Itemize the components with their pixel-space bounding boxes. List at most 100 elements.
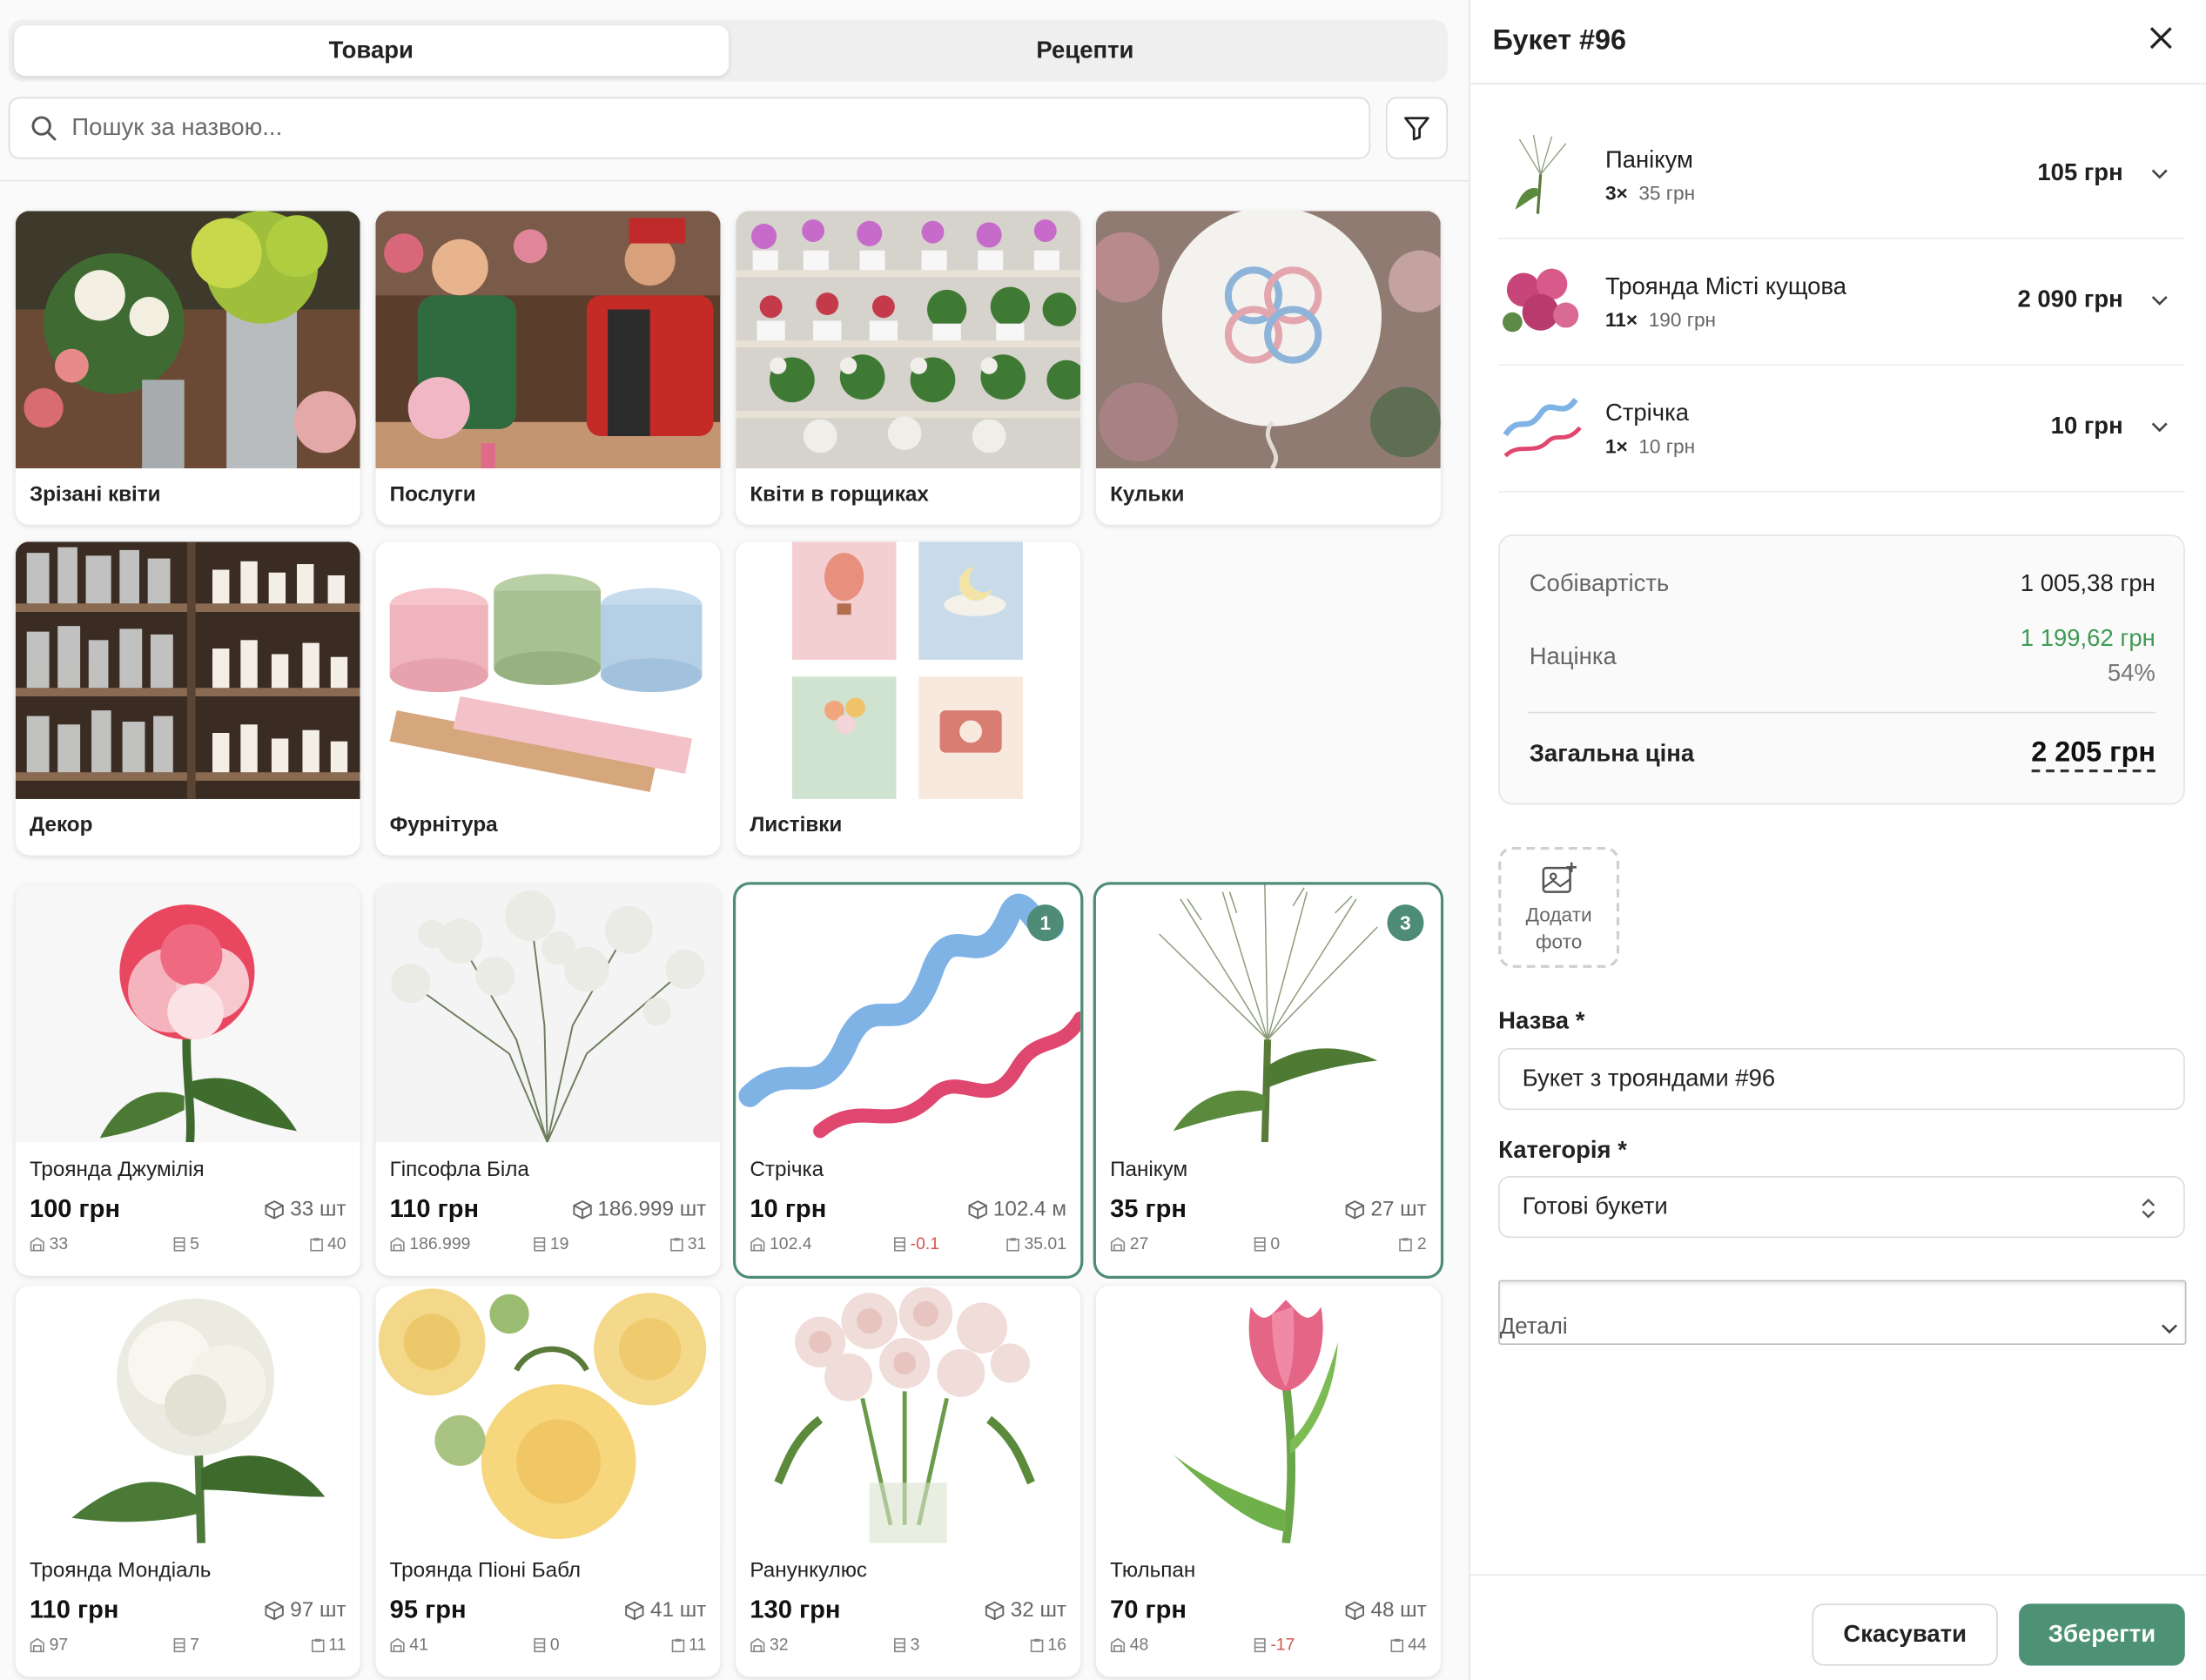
clipboard-icon <box>1389 1637 1403 1652</box>
line-name: Панікум <box>1604 146 1693 173</box>
search-input[interactable] <box>71 113 1369 143</box>
box-icon <box>1346 1600 1365 1620</box>
cancel-button[interactable]: Скасувати <box>1812 1603 1998 1666</box>
clipboard-icon <box>669 1237 683 1251</box>
potted-flowers-photo <box>736 211 1081 469</box>
warehouse-icon <box>1110 1236 1126 1251</box>
category-selected-value: Готові букети <box>1522 1193 1668 1220</box>
product-price: 110 грн <box>29 1595 119 1623</box>
product-card-tulip[interactable]: Тюльпан 70 грн 48 шт 48 -17 44 <box>1095 1286 1441 1677</box>
markup-label: Націнка <box>1529 642 1617 670</box>
product-stock: 97 шт <box>265 1598 346 1622</box>
peony-bubble-photo <box>375 1286 721 1543</box>
product-price: 100 грн <box>29 1194 121 1223</box>
reserved-icon <box>173 1236 185 1251</box>
divider <box>1528 711 2156 714</box>
product-card-rose-jumilia[interactable]: Троянда Джумілія 100 грн 33 шт 33 5 40 <box>15 884 360 1276</box>
quantity-badge: 1 <box>1026 904 1064 942</box>
product-card-ranunculus[interactable]: Ранункулюс 130 грн 32 шт 32 3 16 <box>736 1286 1081 1677</box>
quantity-badge: 3 <box>1387 904 1424 942</box>
add-photo-button[interactable]: Додати фото <box>1498 846 1620 968</box>
gypsophila-photo <box>375 884 721 1143</box>
balloon-photo <box>1095 211 1441 469</box>
stock-value: 33 шт <box>290 1197 346 1221</box>
ribbon-thumbnail <box>1498 386 1583 470</box>
box-icon <box>625 1600 644 1620</box>
category-card-postcards[interactable]: Листівки <box>736 541 1081 856</box>
meta-warehouse: 48 <box>1110 1635 1148 1655</box>
meta-warehouse: 186.999 <box>390 1233 470 1253</box>
box-icon <box>968 1200 987 1219</box>
tab-products[interactable]: Товари <box>14 25 729 77</box>
meta-orders: 40 <box>309 1233 346 1253</box>
composition-line[interactable]: Панікум 3× 35 грн 105 грн <box>1498 112 2185 239</box>
stock-value: 27 шт <box>1370 1197 1427 1221</box>
tulip-photo <box>1095 1286 1441 1543</box>
markup-percent: 54% <box>2107 659 2156 687</box>
meta-orders: 44 <box>1389 1635 1427 1655</box>
name-field[interactable] <box>1498 1047 2185 1111</box>
bouquet-editor-panel: Букет #96 Панікум 3× 35 грн 105 грн Троя… <box>1469 0 2206 1680</box>
warehouse-icon <box>390 1636 405 1652</box>
meta-warehouse: 41 <box>390 1635 428 1655</box>
clipboard-icon <box>309 1237 323 1251</box>
meta-orders: 2 <box>1399 1233 1427 1253</box>
product-card-ribbon[interactable]: 1 Стрічка 10 грн 102.4 м 102.4 -0.1 35.0… <box>736 884 1081 1276</box>
warehouse-icon <box>30 1236 44 1251</box>
category-card-potted[interactable]: Квіти в горщиках <box>736 211 1081 525</box>
category-card-supplies[interactable]: Фурнітура <box>375 541 721 856</box>
warehouse-icon <box>750 1236 765 1251</box>
box-icon <box>265 1600 285 1620</box>
product-stock: 41 шт <box>625 1598 706 1622</box>
name-input[interactable] <box>1522 1065 2184 1093</box>
composition-line[interactable]: Стрічка 1× 10 грн 10 грн <box>1498 366 2185 493</box>
category-card-decor[interactable]: Декор <box>15 541 360 856</box>
category-card-cut-flowers[interactable]: Зрізані квіти <box>15 211 360 525</box>
product-card-peony-bubble[interactable]: Троянда Піоні Бабл 95 грн 41 шт 41 0 11 <box>375 1286 721 1677</box>
product-name: Панікум <box>1110 1158 1188 1182</box>
product-stock: 48 шт <box>1345 1598 1427 1622</box>
reserved-icon <box>1254 1236 1266 1251</box>
meta-orders: 35.01 <box>1005 1233 1066 1253</box>
catalog-pane: Товари Рецепти Пошук за назвою... Зрізан… <box>0 0 1470 1680</box>
line-name: Троянда Місті кущова <box>1604 272 1847 300</box>
save-button[interactable]: Зберегти <box>2019 1603 2185 1666</box>
ranunculus-photo <box>736 1286 1081 1543</box>
product-name: Троянда Джумілія <box>29 1158 205 1182</box>
close-icon[interactable] <box>2147 23 2175 62</box>
meta-orders: 31 <box>669 1233 706 1253</box>
reserved-icon <box>534 1637 546 1652</box>
select-chevrons-icon <box>2142 1198 2156 1219</box>
product-price: 10 грн <box>750 1194 827 1223</box>
box-icon <box>1346 1200 1365 1219</box>
chevron-down-icon[interactable] <box>2149 288 2171 311</box>
divider <box>0 179 1470 182</box>
product-card-panicum[interactable]: 3 Панікум 35 грн 27 шт 27 0 2 <box>1095 884 1441 1276</box>
clipboard-icon <box>1006 1237 1019 1251</box>
filter-button[interactable] <box>1385 97 1448 159</box>
category-card-balloons[interactable]: Кульки <box>1095 211 1441 525</box>
details-disclosure[interactable]: Деталі <box>1498 1280 2187 1345</box>
chevron-down-icon[interactable] <box>2149 162 2171 185</box>
line-name: Стрічка <box>1604 399 1690 427</box>
meta-warehouse: 27 <box>1110 1233 1148 1253</box>
decor-photo <box>15 541 360 799</box>
line-quantity: 1× 10 грн <box>1604 434 1696 458</box>
warehouse-icon <box>30 1636 44 1652</box>
meta-warehouse: 33 <box>30 1233 68 1253</box>
add-photo-label: фото <box>1535 930 1583 953</box>
chevron-down-icon[interactable] <box>2149 415 2171 438</box>
line-total: 10 грн <box>2050 412 2123 440</box>
stock-value: 32 шт <box>1010 1597 1067 1623</box>
category-card-services[interactable]: Послуги <box>375 211 721 525</box>
stock-value: 186.999 шт <box>597 1197 707 1221</box>
meta-reserved: -0.1 <box>893 1233 939 1253</box>
product-card-gypsophila[interactable]: Гіпсофла Біла 110 грн 186.999 шт 186.999… <box>375 884 721 1276</box>
composition-line[interactable]: Троянда Місті кущова 11× 190 грн 2 090 г… <box>1498 239 2185 366</box>
product-card-rose-mondial[interactable]: Троянда Мондіаль 110 грн 97 шт 97 7 11 <box>15 1286 360 1677</box>
tab-recipes[interactable]: Рецепти <box>728 25 1442 76</box>
tab-bar: Товари Рецепти <box>8 19 1448 82</box>
product-name: Стрічка <box>750 1158 824 1182</box>
category-select[interactable]: Готові букети <box>1498 1176 2185 1239</box>
total-price-value[interactable]: 2 205 грн <box>2031 736 2156 773</box>
